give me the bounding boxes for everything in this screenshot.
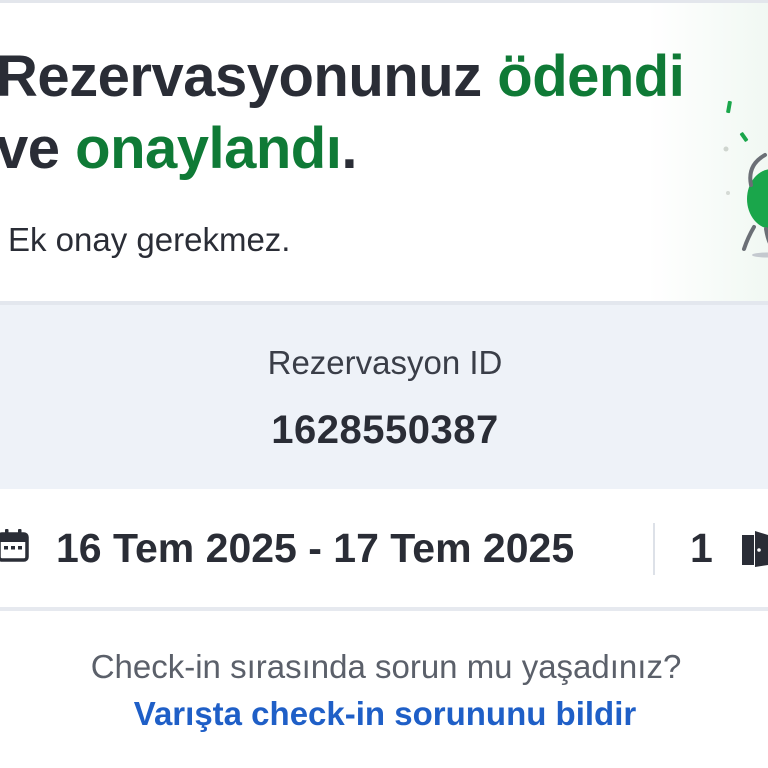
door-icon <box>742 531 768 567</box>
calendar-icon <box>0 529 29 562</box>
section-divider <box>0 607 768 611</box>
title-part-2: ve <box>0 116 76 181</box>
reservation-id-panel <box>0 305 768 489</box>
vertical-divider <box>653 523 655 575</box>
reservation-id-value: 1628550387 <box>271 408 499 452</box>
checkin-help-question: Check-in sırasında sorun mu yaşadınız? <box>90 648 682 685</box>
title-part-1: Rezervasyonunuz <box>0 44 498 109</box>
stay-details-row: 16 Tem 2025 - 17 Tem 2025 1 <box>0 489 768 607</box>
reservation-id-label: Rezervasyon ID <box>267 344 503 381</box>
title-highlight-paid: ödendi <box>497 44 685 109</box>
confirmation-title: Rezervasyonunuz ödendi ve onaylandı. <box>0 41 716 185</box>
confirmation-hero: Rezervasyonunuz ödendi ve onaylandı. Ek … <box>0 3 768 301</box>
confirmation-subtext: Ek onay gerekmez. <box>8 221 291 258</box>
celebration-mascot-icon <box>723 100 768 258</box>
room-count: 1 <box>690 525 713 571</box>
title-highlight-confirmed: onaylandı <box>75 116 342 181</box>
report-checkin-issue-link[interactable]: Varışta check-in sorununu bildir <box>0 695 768 733</box>
title-end: . <box>341 116 357 181</box>
stay-dates: 16 Tem 2025 - 17 Tem 2025 <box>56 525 575 571</box>
